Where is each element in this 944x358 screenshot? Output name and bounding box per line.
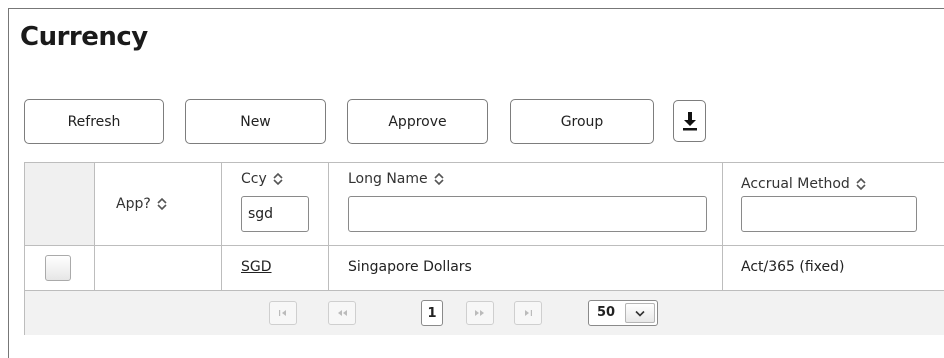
next-page-icon bbox=[475, 310, 484, 316]
download-icon bbox=[682, 112, 697, 131]
header-ccy-label: Ccy bbox=[241, 171, 267, 187]
sort-icon[interactable] bbox=[157, 197, 167, 211]
sort-icon[interactable] bbox=[273, 172, 283, 186]
currency-grid: App? Ccy Long Name Accrual Method bbox=[24, 162, 944, 335]
group-button-label: Group bbox=[560, 113, 604, 130]
new-button[interactable]: New bbox=[185, 99, 326, 144]
prev-page-icon bbox=[338, 310, 347, 316]
long-name-filter-input[interactable] bbox=[348, 196, 707, 232]
ccy-filter-input[interactable] bbox=[241, 196, 309, 232]
page-size-value: 50 bbox=[597, 305, 616, 320]
prev-page-button[interactable] bbox=[328, 301, 356, 325]
row-long-name-cell: Singapore Dollars bbox=[329, 246, 723, 290]
header-long-name-label: Long Name bbox=[348, 171, 428, 187]
first-page-button[interactable] bbox=[269, 301, 297, 325]
page-size-dropdown-button[interactable] bbox=[625, 303, 655, 323]
row-select-cell bbox=[25, 246, 95, 290]
row-accrual-value: Act/365 (fixed) bbox=[741, 259, 845, 275]
page-title: Currency bbox=[20, 22, 148, 52]
approve-button-label: Approve bbox=[388, 113, 447, 130]
row-app-cell bbox=[95, 246, 222, 290]
ccy-link[interactable]: SGD bbox=[241, 259, 272, 275]
first-page-icon bbox=[279, 310, 286, 316]
grid-header: App? Ccy Long Name Accrual Method bbox=[25, 163, 944, 245]
download-button[interactable] bbox=[673, 100, 706, 142]
table-row[interactable]: SGD Singapore Dollars Act/365 (fixed) bbox=[25, 245, 944, 291]
pager: 1 50 bbox=[25, 291, 944, 335]
header-app[interactable]: App? bbox=[95, 163, 222, 245]
header-accrual-method[interactable]: Accrual Method bbox=[723, 163, 944, 245]
row-long-name-value: Singapore Dollars bbox=[348, 259, 472, 275]
row-checkbox[interactable] bbox=[45, 255, 71, 281]
accrual-method-filter-input[interactable] bbox=[741, 196, 917, 232]
next-page-button[interactable] bbox=[466, 301, 494, 325]
last-page-icon bbox=[525, 310, 532, 316]
page-size-select[interactable]: 50 bbox=[588, 300, 658, 326]
header-accrual-method-label: Accrual Method bbox=[741, 176, 850, 192]
header-select-column bbox=[25, 163, 95, 245]
chevron-down-icon bbox=[635, 310, 645, 317]
new-button-label: New bbox=[240, 113, 271, 130]
row-ccy-cell: SGD bbox=[222, 246, 329, 290]
sort-icon[interactable] bbox=[856, 177, 866, 191]
current-page[interactable]: 1 bbox=[421, 300, 443, 326]
sort-icon[interactable] bbox=[434, 172, 444, 186]
header-long-name[interactable]: Long Name bbox=[329, 163, 723, 245]
approve-button[interactable]: Approve bbox=[347, 99, 488, 144]
row-accrual-cell: Act/365 (fixed) bbox=[723, 246, 944, 290]
last-page-button[interactable] bbox=[514, 301, 542, 325]
group-button[interactable]: Group bbox=[510, 99, 654, 144]
refresh-button[interactable]: Refresh bbox=[24, 99, 164, 144]
refresh-button-label: Refresh bbox=[67, 113, 121, 130]
header-ccy[interactable]: Ccy bbox=[222, 163, 329, 245]
header-app-label: App? bbox=[116, 196, 151, 212]
